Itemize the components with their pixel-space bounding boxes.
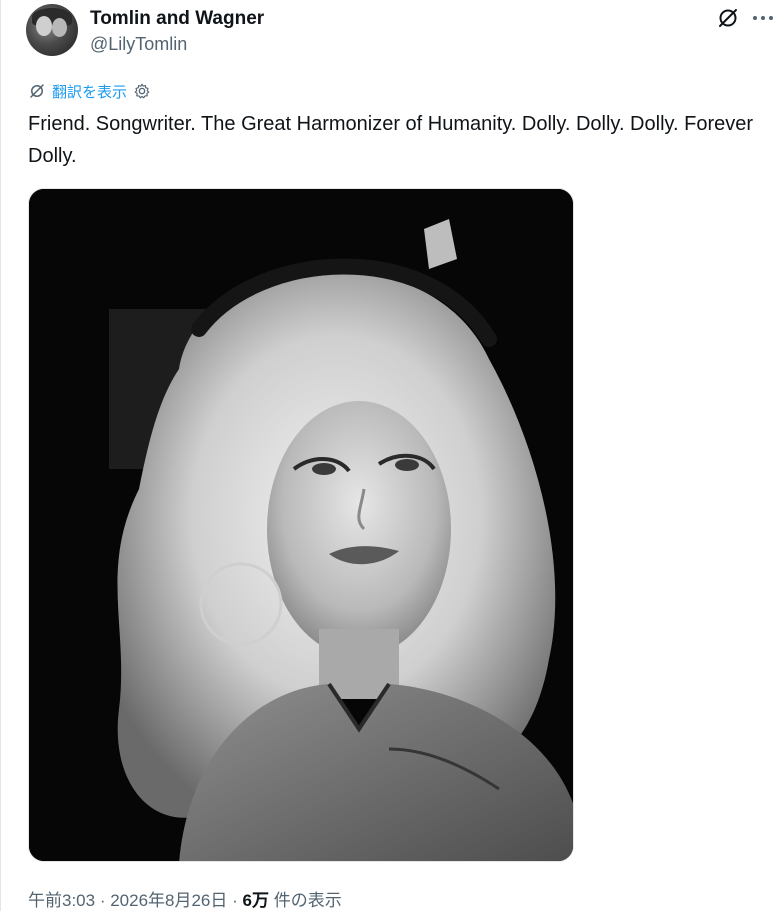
grok-icon — [719, 9, 737, 27]
tweet-photo[interactable] — [28, 188, 574, 862]
tweet-time[interactable]: 午前3:03 — [28, 891, 95, 910]
views-count: 6万 — [242, 891, 269, 910]
translate-row: 翻訳を表示 — [28, 80, 151, 102]
more-button[interactable] — [750, 6, 776, 30]
tweet-header: Tomlin and Wagner @LilyTomlin — [26, 4, 773, 60]
column-border — [0, 0, 1, 911]
views-label: 件の表示 — [268, 891, 342, 910]
grok-button[interactable] — [716, 6, 740, 30]
meta-separator-2: · — [227, 891, 243, 910]
translate-icon — [30, 84, 44, 98]
portrait-illustration — [29, 189, 573, 861]
tweet-text: Friend. Songwriter. The Great Harmonizer… — [28, 113, 754, 167]
tweet-meta: 午前3:03 · 2026年8月26日 · 6万 件の表示 — [28, 886, 342, 911]
more-icon — [753, 16, 757, 20]
display-name[interactable]: Tomlin and Wagner — [90, 8, 264, 30]
avatar[interactable] — [26, 4, 78, 56]
tweet-date[interactable]: 2026年8月26日 — [110, 891, 227, 910]
user-handle[interactable]: @LilyTomlin — [90, 34, 187, 55]
meta-separator: · — [95, 891, 111, 910]
gear-icon[interactable] — [133, 82, 151, 100]
translate-link[interactable]: 翻訳を表示 — [52, 81, 127, 102]
